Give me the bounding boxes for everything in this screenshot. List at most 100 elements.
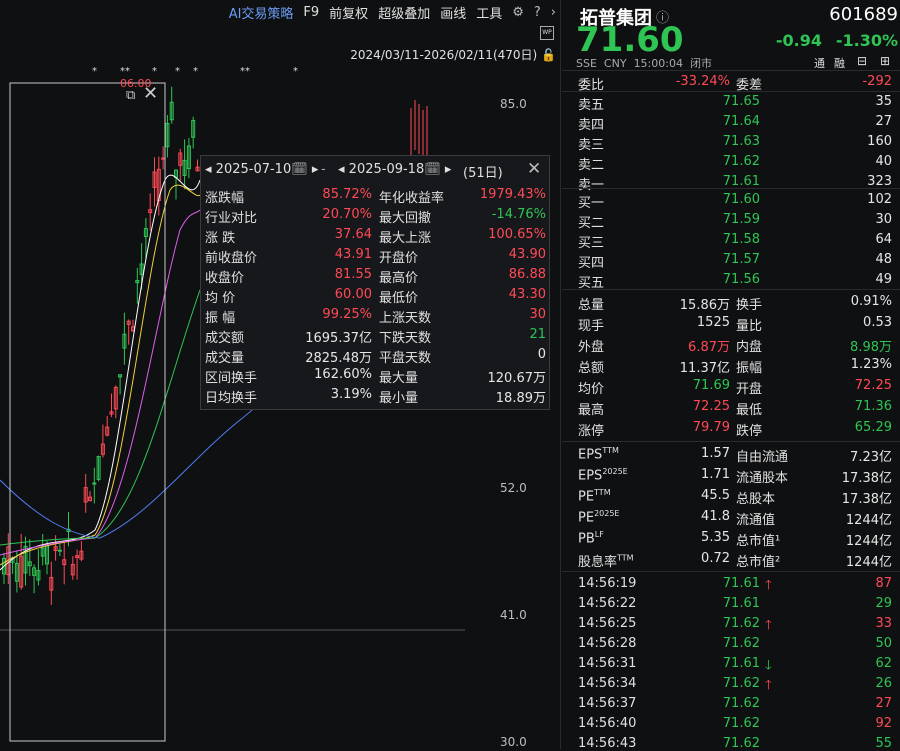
restore-icon[interactable]: ⧉ bbox=[126, 88, 135, 103]
order-level-label: 买三 bbox=[578, 236, 605, 251]
stat-label: 涨停 bbox=[578, 424, 605, 439]
draw-line-button[interactable]: 画线 bbox=[435, 3, 471, 22]
stat-value: 162.60% bbox=[314, 367, 372, 382]
order-price[interactable]: 71.59 bbox=[723, 212, 760, 227]
fund-label: 股息率TTM bbox=[578, 551, 634, 570]
candle-body bbox=[92, 482, 97, 485]
rong-badge: 融 bbox=[834, 57, 845, 70]
wp-icon[interactable]: WP bbox=[540, 26, 554, 40]
tong-badge: 通 bbox=[814, 57, 825, 70]
order-price[interactable]: 71.64 bbox=[723, 114, 760, 129]
fund-label: PE2025E bbox=[578, 509, 619, 525]
tick-price: 71.61 bbox=[722, 576, 760, 591]
order-price[interactable]: 71.65 bbox=[723, 94, 760, 109]
order-volume: 48 bbox=[875, 252, 892, 267]
calendar-icon[interactable]: 🗓 bbox=[291, 162, 308, 177]
tick-time: 14:56:31 bbox=[578, 656, 637, 671]
stat-label: 平盘天数 bbox=[379, 351, 432, 366]
start-date[interactable]: 2025-07-10 bbox=[216, 162, 292, 177]
order-volume: 160 bbox=[867, 134, 892, 149]
kline-chart-area[interactable]: AI交易策略 F9 前复权 超级叠加 画线 工具 ⚙ ? › WP 2024/0… bbox=[0, 0, 561, 749]
minus-icon[interactable]: ⊟ bbox=[857, 54, 867, 68]
fund-value: 17.38亿 bbox=[841, 492, 892, 507]
order-level-label: 卖三 bbox=[578, 138, 605, 153]
stat-label: 振幅 bbox=[736, 361, 763, 376]
end-date-picker[interactable]: ◂ 2025-09-18🗓 ▸ bbox=[338, 162, 451, 180]
tick-time: 14:56:37 bbox=[578, 696, 637, 711]
order-price[interactable]: 71.60 bbox=[723, 192, 760, 207]
end-date[interactable]: 2025-09-18 bbox=[349, 162, 425, 177]
fund-label-name: PE bbox=[578, 489, 595, 505]
last-price: 71.60 bbox=[576, 20, 684, 60]
stat-value: 8.98万 bbox=[850, 340, 892, 355]
stat-value: 120.67万 bbox=[487, 371, 547, 386]
fund-label-sup: TTM bbox=[594, 488, 611, 497]
stat-label: 换手 bbox=[736, 298, 763, 313]
order-price[interactable]: 71.61 bbox=[723, 174, 760, 189]
adjust-button[interactable]: 前复权 bbox=[324, 3, 373, 22]
plus-icon[interactable]: ⊞ bbox=[880, 54, 890, 68]
order-price[interactable]: 71.62 bbox=[723, 154, 760, 169]
stat-value: 100.65% bbox=[488, 227, 546, 242]
order-level-label: 买一 bbox=[578, 196, 605, 211]
y-axis-label: 85.0 bbox=[500, 97, 527, 111]
order-volume: 102 bbox=[867, 192, 892, 207]
moving-average-line bbox=[0, 184, 201, 566]
order-volume: 323 bbox=[867, 174, 892, 189]
order-level-label: 卖二 bbox=[578, 158, 605, 173]
tick-price: 71.61 bbox=[722, 596, 760, 611]
fund-label: 流通股本 bbox=[736, 471, 789, 486]
chevron-right-icon[interactable]: › bbox=[546, 5, 561, 20]
stat-label: 行业对比 bbox=[205, 211, 258, 226]
tick-price: 71.62 bbox=[722, 676, 760, 691]
stat-value: 6.87万 bbox=[688, 340, 730, 355]
stat-value: 1.23% bbox=[850, 357, 892, 372]
stat-value: 1979.43% bbox=[479, 187, 546, 202]
gear-icon[interactable]: ⚙ bbox=[507, 5, 529, 20]
chart-toolbar: AI交易策略 F9 前复权 超级叠加 画线 工具 ⚙ ? › bbox=[0, 0, 561, 24]
close-selection-icon[interactable]: ✕ bbox=[143, 83, 158, 104]
tick-price: 71.62 bbox=[722, 716, 760, 731]
stat-value: 79.79 bbox=[692, 420, 730, 435]
fund-label: 流通值 bbox=[736, 513, 776, 528]
fund-label: PETTM bbox=[578, 488, 611, 504]
help-icon[interactable]: ? bbox=[529, 5, 546, 20]
arrow-up-icon: 🡑 bbox=[765, 578, 772, 593]
stat-label: 最大上涨 bbox=[379, 231, 432, 246]
stat-label: 现手 bbox=[578, 319, 605, 334]
stat-label: 内盘 bbox=[736, 340, 763, 355]
fund-value: 1244亿 bbox=[845, 513, 892, 528]
fund-label-sup: TTM bbox=[602, 446, 619, 455]
stock-code: 601689 bbox=[829, 4, 898, 25]
stat-value: 37.64 bbox=[334, 227, 372, 242]
close-icon[interactable]: ✕ bbox=[527, 159, 541, 179]
stat-value: 71.69 bbox=[692, 378, 730, 393]
start-date-picker[interactable]: ◂ 2025-07-10🗓 ▸ bbox=[205, 162, 318, 180]
quote-panel: 拓普集团 ⓘ 601689 71.60 -0.94 -1.30% SSE CNY… bbox=[562, 0, 900, 751]
f9-button[interactable]: F9 bbox=[298, 5, 324, 20]
stat-label: 区间换手 bbox=[205, 371, 258, 386]
moving-average-line bbox=[0, 174, 201, 571]
tools-button[interactable]: 工具 bbox=[471, 3, 507, 22]
tick-time: 14:56:25 bbox=[578, 616, 637, 631]
order-price[interactable]: 71.57 bbox=[723, 252, 760, 267]
fund-value: 0.72 bbox=[701, 551, 730, 566]
stat-value: 86.88 bbox=[508, 267, 546, 282]
order-price[interactable]: 71.58 bbox=[723, 232, 760, 247]
stat-label: 量比 bbox=[736, 319, 763, 334]
fund-label-name: PE bbox=[578, 510, 595, 526]
calendar-icon[interactable]: 🗓 bbox=[424, 162, 441, 177]
ai-strategy-button[interactable]: AI交易策略 bbox=[224, 3, 299, 22]
order-price[interactable]: 71.63 bbox=[723, 134, 760, 149]
order-price[interactable]: 71.56 bbox=[723, 272, 760, 287]
stat-value: 0 bbox=[537, 347, 546, 362]
star-marker: * bbox=[293, 66, 298, 77]
fund-label-name: EPS bbox=[578, 468, 603, 484]
currency: CNY bbox=[603, 57, 627, 70]
stat-label: 收盘价 bbox=[205, 271, 245, 286]
star-marker: ** bbox=[120, 66, 130, 77]
stat-value: 20.70% bbox=[322, 207, 372, 222]
overlay-button[interactable]: 超级叠加 bbox=[373, 3, 435, 22]
fund-label-sup: 2025E bbox=[594, 509, 620, 518]
order-level-label: 买二 bbox=[578, 216, 605, 231]
